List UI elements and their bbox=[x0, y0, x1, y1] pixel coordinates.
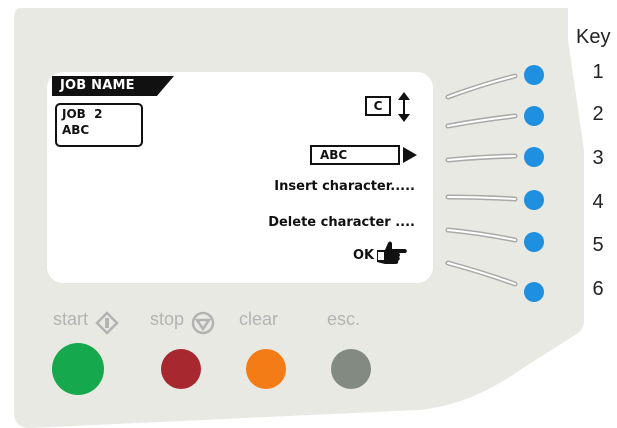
up-down-arrows-icon bbox=[398, 92, 410, 122]
key-label-1: 1 bbox=[592, 61, 604, 83]
start-button[interactable] bbox=[52, 343, 104, 395]
edit-field-text: ABC bbox=[320, 148, 348, 162]
control-panel: JOB NAME JOB 2 ABC C ABC Insert characte… bbox=[0, 0, 617, 428]
clear-button[interactable] bbox=[246, 349, 286, 389]
right-arrow-icon bbox=[403, 147, 417, 163]
insert-character-option: Insert character..... bbox=[274, 179, 415, 194]
soft-key-2[interactable] bbox=[524, 106, 544, 126]
stop-circle-icon bbox=[191, 311, 215, 335]
start-diamond-icon bbox=[95, 311, 119, 335]
key-label-5: 5 bbox=[592, 234, 604, 256]
edit-field: ABC bbox=[310, 145, 400, 165]
esc-label: esc. bbox=[327, 309, 361, 329]
clear-label: clear bbox=[239, 309, 279, 329]
job-name-box: JOB 2 ABC bbox=[55, 103, 143, 147]
char-selector: C bbox=[365, 96, 391, 116]
key-label-4: 4 bbox=[592, 191, 604, 213]
soft-key-6[interactable] bbox=[524, 282, 544, 302]
esc-button[interactable] bbox=[331, 349, 371, 389]
lcd-screen: JOB NAME JOB 2 ABC C ABC Insert characte… bbox=[47, 72, 433, 283]
start-label: start bbox=[53, 309, 89, 329]
key-label-2: 2 bbox=[592, 103, 604, 125]
stop-label: stop bbox=[150, 309, 185, 329]
ok-label: OK bbox=[353, 248, 375, 263]
job-name-line1: JOB 2 bbox=[62, 107, 103, 121]
delete-character-option: Delete character .... bbox=[268, 215, 415, 230]
pointing-hand-icon bbox=[377, 241, 407, 264]
soft-key-1[interactable] bbox=[524, 65, 544, 85]
job-name-line2: ABC bbox=[62, 123, 90, 137]
key-header: Key bbox=[576, 26, 611, 48]
tab-job-name: JOB NAME bbox=[52, 76, 174, 96]
stop-button[interactable] bbox=[161, 349, 201, 389]
soft-key-4[interactable] bbox=[524, 190, 544, 210]
soft-key-3[interactable] bbox=[524, 147, 544, 167]
tab-title: JOB NAME bbox=[60, 78, 135, 93]
soft-key-5[interactable] bbox=[524, 232, 544, 252]
key-label-6: 6 bbox=[592, 278, 604, 300]
key-label-3: 3 bbox=[592, 147, 604, 169]
